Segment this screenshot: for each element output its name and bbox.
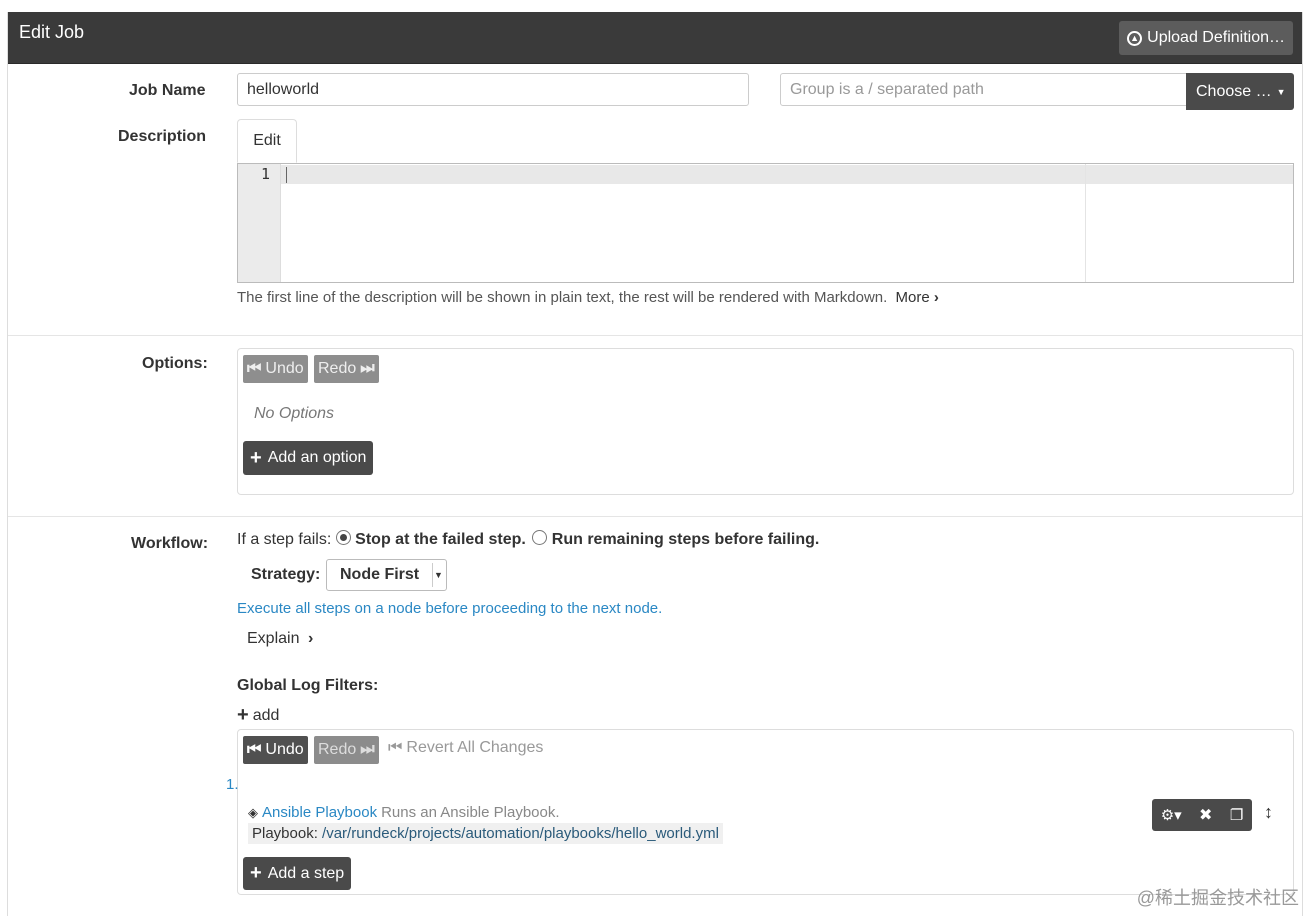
skip-forward-icon: ⏭: [360, 741, 375, 758]
strategy-value: Node First: [340, 566, 420, 583]
skip-back-icon: ⏮: [247, 741, 262, 758]
description-editor[interactable]: 1: [237, 163, 1294, 283]
page-title: Edit Job: [19, 22, 85, 42]
explain-link[interactable]: Explain ›: [247, 630, 313, 648]
revert-all-label: Revert All Changes: [406, 739, 544, 756]
options-redo-label: Redo: [318, 360, 357, 377]
chevron-right-icon: ›: [307, 630, 314, 647]
fast-backward-icon: ⏮: [388, 739, 403, 756]
workflow-steps-panel: ⏮ Undo Redo ⏭ ⏮ Revert All Changes ◈ Ans…: [237, 729, 1294, 895]
header-bar: Edit Job ▲ Upload Definition…: [8, 12, 1302, 64]
group-path-placeholder: Group is a / separated path: [790, 80, 984, 98]
more-link[interactable]: More ›: [895, 289, 938, 306]
explain-label: Explain: [247, 630, 300, 647]
line-number: 1: [260, 165, 270, 183]
skip-back-icon: ⏮: [247, 360, 262, 377]
step-failure-row: If a step fails: Stop at the failed step…: [237, 530, 819, 549]
playbook-path: /var/rundeck/projects/automation/playboo…: [322, 825, 719, 842]
options-undo-label: Undo: [265, 360, 304, 377]
plus-icon: +: [250, 446, 262, 469]
print-margin: [1085, 164, 1086, 282]
revert-all-button[interactable]: ⏮ Revert All Changes: [388, 739, 543, 757]
options-panel: ⏮ Undo Redo ⏭ No Options + Add an option: [237, 348, 1294, 495]
options-redo-button[interactable]: Redo ⏭: [314, 355, 379, 383]
skip-forward-icon: ⏭: [360, 360, 375, 377]
strategy-label: Strategy:: [251, 566, 321, 583]
options-label: Options:: [142, 355, 208, 372]
diamond-icon: ◈: [248, 804, 258, 820]
add-option-label: Add an option: [267, 449, 367, 466]
run-remaining-radio[interactable]: [532, 530, 548, 545]
workflow-redo-label: Redo: [318, 741, 357, 758]
chevron-right-icon: ›: [933, 289, 939, 306]
job-name-value: helloworld: [247, 80, 320, 98]
step-type-link[interactable]: Ansible Playbook: [262, 804, 377, 821]
gear-dropdown-icon[interactable]: ⚙▾: [1161, 806, 1182, 824]
watermark: @稀土掘金技术社区: [1136, 888, 1299, 908]
tab-edit[interactable]: Edit: [237, 119, 297, 163]
step-header: ◈ Ansible Playbook Runs an Ansible Playb…: [248, 804, 560, 821]
run-remaining-label: Run remaining steps before failing.: [551, 531, 820, 548]
add-step-label: Add a step: [267, 864, 345, 882]
step-config[interactable]: Playbook: /var/rundeck/projects/automati…: [248, 823, 723, 844]
add-log-filter-label: add: [252, 706, 280, 724]
add-step-button[interactable]: + Add a step: [243, 857, 352, 890]
if-step-fails-text: If a step fails:: [237, 531, 332, 548]
upload-icon: ▲: [1127, 30, 1143, 46]
stop-at-failed-label: Stop at the failed step.: [355, 531, 526, 548]
stop-at-failed-radio[interactable]: [335, 530, 351, 545]
add-option-button[interactable]: + Add an option: [243, 441, 374, 475]
delete-icon[interactable]: ✖: [1199, 805, 1212, 825]
select-caret-icon: ▼: [432, 563, 444, 587]
job-name-label: Job Name: [129, 82, 206, 99]
choose-group-label: Choose …: [1196, 82, 1272, 100]
strategy-select[interactable]: Node First ▼: [326, 559, 447, 591]
plus-icon: +: [237, 704, 249, 726]
choose-group-button[interactable]: Choose … ▼: [1186, 73, 1294, 110]
active-line: [281, 165, 1293, 184]
editor-gutter: 1: [238, 164, 281, 282]
job-name-input[interactable]: helloworld: [237, 73, 749, 106]
step-number: 1.: [226, 776, 239, 793]
playbook-label: Playbook:: [252, 825, 318, 842]
workflow-undo-label: Undo: [265, 741, 304, 758]
drag-handle-icon[interactable]: ↕: [1264, 802, 1273, 823]
group-path-input[interactable]: Group is a / separated path: [780, 73, 1187, 106]
upload-definition-button[interactable]: ▲ Upload Definition…: [1119, 21, 1293, 55]
description-help: The first line of the description will b…: [237, 289, 939, 306]
tab-edit-label: Edit: [253, 132, 281, 149]
divider: [8, 335, 1302, 336]
workflow-undo-button[interactable]: ⏮ Undo: [243, 736, 308, 764]
divider: [8, 516, 1302, 517]
upload-definition-label: Upload Definition…: [1147, 29, 1285, 46]
more-label: More: [895, 289, 930, 306]
add-log-filter-button[interactable]: + add: [237, 704, 279, 727]
text-cursor: [286, 167, 287, 183]
strategy-description: Execute all steps on a node before proce…: [237, 600, 663, 617]
edit-job-panel: Edit Job ▲ Upload Definition… Job Name h…: [7, 12, 1303, 916]
plus-icon: +: [250, 862, 262, 884]
no-options-text: No Options: [254, 405, 335, 422]
step-type-description: Runs an Ansible Playbook.: [381, 804, 560, 821]
caret-down-icon: ▼: [1276, 86, 1286, 97]
copy-icon[interactable]: ❐: [1230, 806, 1243, 824]
options-undo-button[interactable]: ⏮ Undo: [243, 355, 308, 383]
description-help-text: The first line of the description will b…: [237, 289, 888, 306]
step-actions-toolbar: ⚙▾ ✖ ❐: [1152, 799, 1252, 831]
global-log-filters-label: Global Log Filters:: [237, 677, 379, 694]
description-label: Description: [118, 128, 207, 145]
workflow-label: Workflow:: [131, 535, 209, 552]
workflow-redo-button[interactable]: Redo ⏭: [314, 736, 379, 764]
